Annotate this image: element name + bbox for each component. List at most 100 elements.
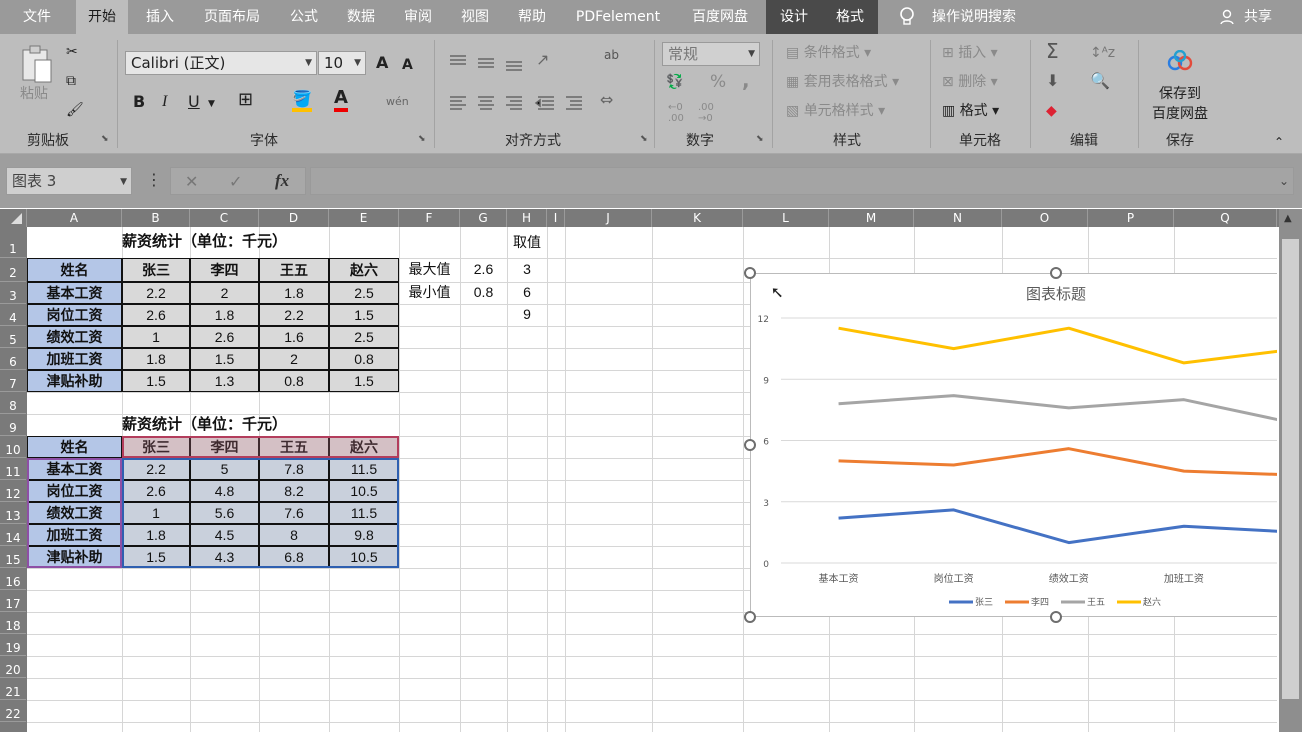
column-header-b[interactable]: B <box>122 209 190 227</box>
delete-cells-button[interactable]: ⊠ 删除 ▾ <box>942 72 998 92</box>
column-header-d[interactable]: D <box>259 209 329 227</box>
column-header-l[interactable]: L <box>743 209 829 227</box>
data-cell[interactable]: 1.8 <box>259 282 329 304</box>
table-header-cell[interactable]: 姓名 <box>27 258 122 282</box>
table-header-cell[interactable]: 姓名 <box>27 436 122 458</box>
tab-insert[interactable]: 插入 <box>134 0 186 34</box>
row-header-6[interactable]: 6 <box>0 348 26 370</box>
cut-icon[interactable]: ✂ <box>66 42 78 62</box>
max-label[interactable]: 最大值 <box>399 258 460 282</box>
row-header-14[interactable]: 14 <box>0 524 26 546</box>
column-header-g[interactable]: G <box>460 209 507 227</box>
format-cells-button[interactable]: ▥ 格式 ▾ <box>942 101 999 121</box>
data-cell[interactable]: 2.6 <box>190 326 259 348</box>
column-header-j[interactable]: J <box>565 209 652 227</box>
resize-handle[interactable] <box>744 439 756 451</box>
data-cell[interactable]: 2.5 <box>329 282 399 304</box>
tab-format[interactable]: 格式 <box>822 0 878 34</box>
row-header-1[interactable]: 1 <box>0 227 26 258</box>
increase-decimal-icon[interactable]: ←0.00 <box>668 102 684 124</box>
tab-data[interactable]: 数据 <box>335 0 387 34</box>
paste-icon[interactable] <box>20 44 54 84</box>
number-format-combo[interactable]: 常规 ▼ <box>662 42 760 66</box>
tab-page-layout[interactable]: 页面布局 <box>192 0 272 34</box>
fill-icon[interactable]: ⬇ <box>1046 71 1059 91</box>
column-header-o[interactable]: O <box>1002 209 1088 227</box>
row-header-21[interactable]: 21 <box>0 678 26 700</box>
phonetic-guide-icon[interactable]: wén <box>386 92 409 112</box>
row-header-2[interactable]: 2 <box>0 258 26 282</box>
line-chart[interactable]: 图表标题036912基本工资岗位工资绩效工资加班工资津贴补助张三李四王五赵六 <box>750 273 1277 617</box>
tab-review[interactable]: 审阅 <box>392 0 444 34</box>
column-header-m[interactable]: M <box>829 209 914 227</box>
row-label-cell[interactable]: 绩效工资 <box>27 326 122 348</box>
row-header-10[interactable]: 10 <box>0 436 26 458</box>
min-label[interactable]: 最小值 <box>399 282 460 304</box>
row-header-8[interactable]: 8 <box>0 392 26 414</box>
max-value[interactable]: 2.6 <box>460 258 507 282</box>
table-header-cell[interactable]: 李四 <box>190 258 259 282</box>
row-header-11[interactable]: 11 <box>0 458 26 480</box>
row-label-cell[interactable]: 基本工资 <box>27 282 122 304</box>
italic-button[interactable]: I <box>162 92 167 112</box>
row-label-cell[interactable]: 加班工资 <box>27 348 122 370</box>
paste-button[interactable]: 粘贴 <box>20 84 48 104</box>
data-cell[interactable]: 1.3 <box>190 370 259 392</box>
clipboard-launcher-icon[interactable]: ⬊ <box>101 134 109 144</box>
data-cell[interactable]: 2.6 <box>122 304 190 326</box>
row-header-12[interactable]: 12 <box>0 480 26 502</box>
data-cell[interactable]: 1.5 <box>190 348 259 370</box>
take-header[interactable]: 取值 <box>507 227 547 258</box>
row-header-7[interactable]: 7 <box>0 370 26 392</box>
resize-handle[interactable] <box>744 267 756 279</box>
horizontal-align-icons[interactable] <box>446 92 586 114</box>
data-cell[interactable]: 1 <box>122 326 190 348</box>
scroll-up-icon[interactable]: ▲ <box>1284 213 1292 224</box>
select-all-corner[interactable] <box>0 209 27 227</box>
column-header-i[interactable]: I <box>547 209 565 227</box>
column-header-a[interactable]: A <box>27 209 122 227</box>
worksheet-grid[interactable]: 薪资统计（单位：千元） 姓名 张三 李四 王五 赵六 基本工资 2.2 2 1.8 2.5 岗位工资 2… <box>27 227 1277 732</box>
tab-formulas[interactable]: 公式 <box>278 0 330 34</box>
sort-filter-icon[interactable]: ↕ᴬᴢ <box>1090 43 1115 63</box>
share-button[interactable]: 共享 <box>1238 0 1278 34</box>
find-select-icon[interactable]: 🔍 <box>1090 71 1110 91</box>
min-value[interactable]: 0.8 <box>460 282 507 304</box>
data-cell[interactable]: 1.8 <box>122 348 190 370</box>
data-cell[interactable]: 1.5 <box>122 370 190 392</box>
insert-cells-button[interactable]: ⊞ 插入 ▾ <box>942 43 998 63</box>
data-cell[interactable]: 0.8 <box>259 370 329 392</box>
format-painter-icon[interactable]: 🖌 <box>66 100 84 120</box>
cell-styles-button[interactable]: ▧ 单元格样式 ▾ <box>786 101 885 121</box>
data-cell[interactable]: 2 <box>259 348 329 370</box>
tell-me-search[interactable]: 操作说明搜索 <box>922 0 1026 34</box>
table-title[interactable]: 薪资统计（单位：千元） <box>122 414 422 436</box>
shrink-font-button[interactable]: A <box>402 55 413 75</box>
column-header-h[interactable]: H <box>507 209 547 227</box>
more-options-icon[interactable]: ⋮ <box>146 170 162 190</box>
column-header-c[interactable]: C <box>190 209 259 227</box>
tab-pdfelement[interactable]: PDFelement <box>564 0 672 34</box>
take-value[interactable]: 3 <box>507 258 547 282</box>
tab-view[interactable]: 视图 <box>449 0 501 34</box>
tab-home[interactable]: 开始 <box>76 0 128 34</box>
data-cell[interactable]: 2.2 <box>259 304 329 326</box>
row-header-16[interactable]: 16 <box>0 568 26 590</box>
table-header-cell[interactable]: 张三 <box>122 258 190 282</box>
chevron-down-icon[interactable]: ▼ <box>208 94 215 114</box>
row-header-22[interactable]: 22 <box>0 700 26 722</box>
data-cell[interactable]: 0.8 <box>329 348 399 370</box>
data-cell[interactable]: 2 <box>190 282 259 304</box>
vertical-scrollbar[interactable]: ▲ <box>1279 209 1302 732</box>
column-header-q[interactable]: Q <box>1174 209 1277 227</box>
comma-style-button[interactable]: , <box>742 70 750 90</box>
data-cell[interactable]: 1.6 <box>259 326 329 348</box>
tab-help[interactable]: 帮助 <box>506 0 558 34</box>
save-to-baidu-button[interactable]: 保存到 <box>1150 84 1210 104</box>
number-launcher-icon[interactable]: ⬊ <box>756 134 764 144</box>
row-header-20[interactable]: 20 <box>0 656 26 678</box>
row-header-19[interactable]: 19 <box>0 634 26 656</box>
collapse-ribbon-icon[interactable]: ⌃ <box>1274 132 1284 152</box>
scroll-thumb[interactable] <box>1282 239 1299 699</box>
clear-icon[interactable]: ◆ <box>1046 101 1057 121</box>
